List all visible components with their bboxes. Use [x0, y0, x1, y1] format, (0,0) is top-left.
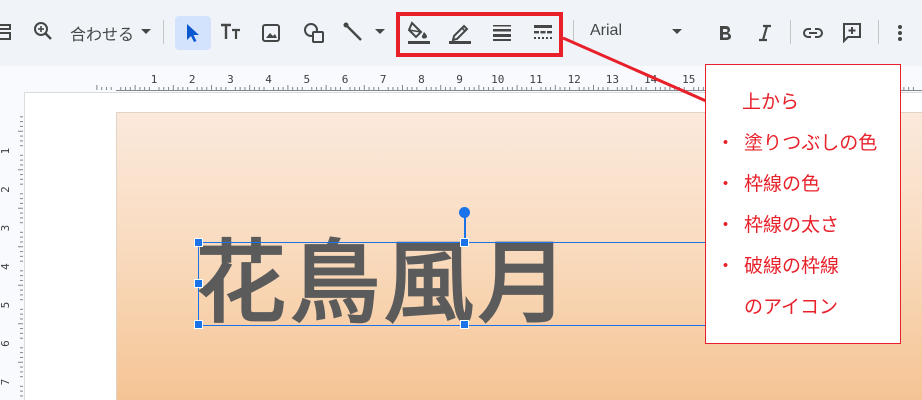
callout-item: 枠線の太さ: [744, 214, 840, 236]
callout-item: 枠線の色: [744, 173, 821, 195]
toolbar-divider: [790, 20, 791, 44]
slides-editor: 合わせる Arial 1 2 3 4 5 6 7 8 9 10 11 12 13…: [0, 0, 922, 400]
annotation-callout: 上から ・ 塗りつぶしの色 ・ 枠線の色 ・ 枠線の太さ ・ 破線の枠線 のアイ…: [705, 64, 901, 344]
toolbar-divider: [878, 20, 879, 44]
callout-bullet: ・: [716, 214, 736, 236]
comment-icon[interactable]: [840, 20, 864, 44]
more-vert-icon[interactable]: [894, 22, 906, 44]
callout-bullet: ・: [716, 255, 736, 277]
callout-item: 塗りつぶしの色: [744, 132, 878, 154]
link-icon[interactable]: [801, 21, 825, 45]
callout-bullet: ・: [716, 173, 736, 195]
callout-continuation: のアイコン: [744, 296, 839, 318]
italic-icon[interactable]: [754, 22, 776, 44]
callout-bullet: ・: [716, 132, 736, 154]
bold-icon[interactable]: [714, 22, 736, 44]
callout-heading: 上から: [742, 91, 800, 113]
callout-item: 破線の枠線: [744, 255, 840, 277]
